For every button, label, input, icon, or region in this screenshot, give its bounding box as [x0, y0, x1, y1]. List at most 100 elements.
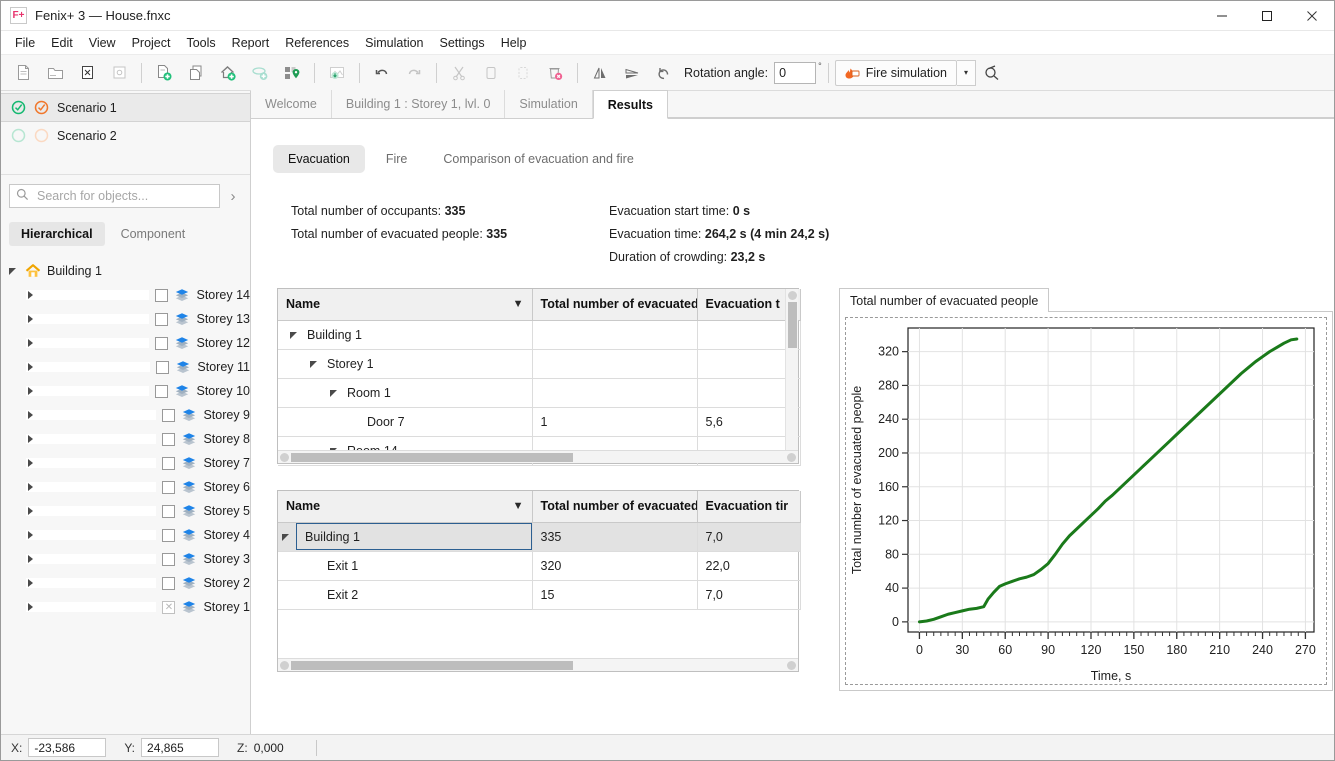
minimize-button[interactable]	[1199, 1, 1244, 31]
menu-tools[interactable]: Tools	[178, 33, 223, 53]
mirror-horizontal-icon[interactable]	[584, 58, 616, 88]
search-input[interactable]	[35, 188, 213, 204]
hscroll-track[interactable]	[289, 659, 787, 672]
expander-icon[interactable]	[26, 506, 156, 516]
scenario-item-1[interactable]: Scenario 1	[1, 93, 250, 122]
expander-icon[interactable]	[290, 330, 300, 340]
add-zone-icon[interactable]	[244, 58, 276, 88]
filter-icon[interactable]: ▼	[513, 500, 524, 512]
cell-time[interactable]: 22,0	[697, 551, 800, 580]
cell-name[interactable]: Room 1	[278, 378, 532, 407]
tab-results[interactable]: Results	[593, 90, 668, 119]
table-row[interactable]: Storey 1	[278, 349, 800, 378]
menu-report[interactable]: Report	[224, 33, 278, 53]
visibility-checkbox[interactable]	[162, 409, 175, 422]
expander-icon[interactable]	[26, 410, 156, 420]
new-document-icon[interactable]	[7, 58, 39, 88]
table-row[interactable]: Room 1	[278, 378, 800, 407]
evacuation-chart[interactable]: 0408012016020024028032003060901201501802…	[846, 318, 1328, 686]
table-row[interactable]: Building 1	[278, 320, 800, 349]
visibility-checkbox[interactable]	[155, 289, 168, 302]
visibility-checkbox[interactable]	[155, 313, 168, 326]
search-field-wrapper[interactable]	[9, 184, 220, 208]
coord-x-input[interactable]	[28, 738, 106, 757]
tab-welcome[interactable]: Welcome	[251, 90, 332, 118]
exits-table-hscrollbar[interactable]	[278, 658, 798, 671]
close-button[interactable]	[1289, 1, 1334, 31]
detail-col-name[interactable]: Name▼	[278, 289, 532, 320]
expander-icon[interactable]	[26, 554, 156, 564]
detail-table-vscrollbar[interactable]	[785, 289, 798, 463]
mirror-vertical-icon[interactable]	[616, 58, 648, 88]
search-expand-chevron-icon[interactable]: ›	[224, 188, 242, 205]
table-row[interactable]: Exit 2157,0	[278, 580, 800, 609]
save-icon[interactable]	[103, 58, 135, 88]
visibility-checkbox[interactable]	[162, 433, 175, 446]
visibility-checkbox[interactable]	[155, 385, 168, 398]
hscroll-right-button[interactable]	[787, 661, 796, 670]
expander-icon[interactable]	[26, 314, 149, 324]
expander-icon[interactable]	[310, 359, 320, 369]
expander-icon[interactable]	[26, 458, 156, 468]
cell-evacuated[interactable]: 335	[532, 522, 697, 551]
rotate-icon[interactable]	[648, 58, 680, 88]
tree-node-storey[interactable]: Storey 13	[1, 307, 250, 331]
table-row[interactable]: Building 13357,0	[278, 522, 800, 551]
visibility-checkbox[interactable]	[156, 361, 169, 374]
fire-simulation-button[interactable]: Fire simulation	[835, 60, 957, 86]
expander-icon[interactable]	[330, 388, 340, 398]
cell-name[interactable]: Building 1	[278, 522, 532, 551]
delete-icon[interactable]	[539, 58, 571, 88]
expander-icon[interactable]	[26, 290, 149, 300]
expander-icon[interactable]	[26, 338, 149, 348]
tree-node-storey[interactable]: Storey 11	[1, 355, 250, 379]
expander-icon[interactable]	[282, 532, 292, 542]
expander-icon[interactable]	[26, 530, 156, 540]
tree-node-storey[interactable]: Storey 3	[1, 547, 250, 571]
tab-simulation[interactable]: Simulation	[505, 90, 592, 118]
cell-name[interactable]: Building 1	[278, 320, 532, 349]
tree-node-storey[interactable]: Storey 8	[1, 427, 250, 451]
expander-icon[interactable]	[26, 482, 156, 492]
cell-evacuated[interactable]	[532, 378, 697, 407]
visibility-checkbox[interactable]	[162, 577, 175, 590]
menu-view[interactable]: View	[81, 33, 124, 53]
vscroll-track[interactable]	[786, 300, 799, 452]
undo-icon[interactable]	[366, 58, 398, 88]
tree-node-storey[interactable]: Storey 4	[1, 523, 250, 547]
select-tool-icon[interactable]	[976, 58, 1008, 88]
menu-file[interactable]: File	[7, 33, 43, 53]
visibility-checkbox[interactable]	[155, 337, 168, 350]
cell-evacuated[interactable]: 1	[532, 407, 697, 436]
visibility-checkbox[interactable]	[162, 481, 175, 494]
cell-evacuated[interactable]	[532, 320, 697, 349]
menu-references[interactable]: References	[277, 33, 357, 53]
tree-node-storey[interactable]: Storey 6	[1, 475, 250, 499]
tree-node-storey[interactable]: Storey 14	[1, 283, 250, 307]
subtab-comparison[interactable]: Comparison of evacuation and fire	[428, 145, 648, 173]
tree-node-storey[interactable]: Storey 2	[1, 571, 250, 595]
paste-icon[interactable]	[507, 58, 539, 88]
visibility-checkbox[interactable]	[162, 553, 175, 566]
exits-col-name[interactable]: Name▼	[278, 491, 532, 522]
tree-node-building[interactable]: Building 1	[1, 259, 250, 283]
fire-simulation-dropdown[interactable]: ▾	[957, 60, 976, 86]
tree-node-storey[interactable]: Storey 10	[1, 379, 250, 403]
cell-name[interactable]: Door 7	[278, 407, 532, 436]
hscroll-thumb[interactable]	[291, 453, 573, 462]
exits-col-evacuated[interactable]: Total number of evacuated	[532, 491, 697, 522]
redo-icon[interactable]	[398, 58, 430, 88]
menu-help[interactable]: Help	[493, 33, 535, 53]
import-image-icon[interactable]	[321, 58, 353, 88]
copy-icon[interactable]	[475, 58, 507, 88]
menu-simulation[interactable]: Simulation	[357, 33, 431, 53]
cell-time[interactable]: 7,0	[697, 580, 800, 609]
visibility-checkbox[interactable]	[162, 505, 175, 518]
maximize-button[interactable]	[1244, 1, 1289, 31]
tree-node-storey[interactable]: Storey 12	[1, 331, 250, 355]
tab-component[interactable]: Component	[109, 222, 198, 246]
cut-icon[interactable]	[443, 58, 475, 88]
hscroll-left-button[interactable]	[280, 661, 289, 670]
cell-time[interactable]: 7,0	[697, 522, 800, 551]
tab-hierarchical[interactable]: Hierarchical	[9, 222, 105, 246]
